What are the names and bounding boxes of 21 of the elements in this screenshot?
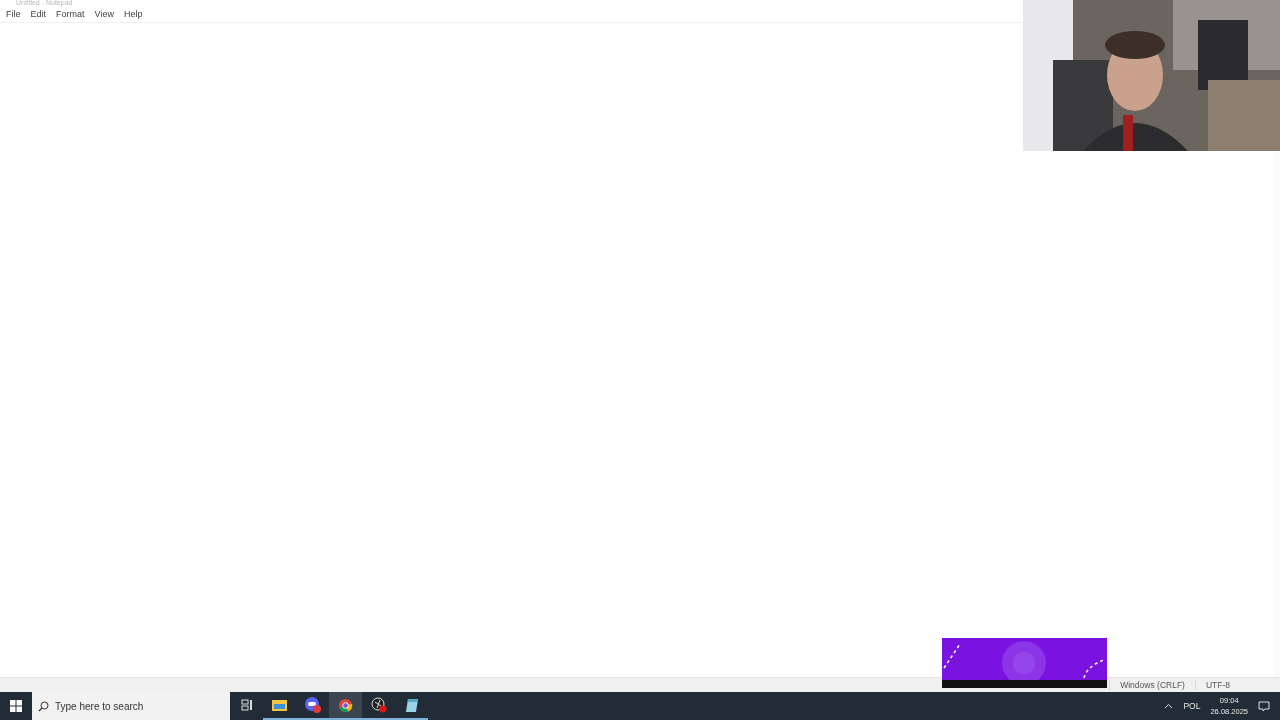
status-text: UTF-8 [1194, 680, 1240, 690]
search-icon [38, 700, 49, 712]
search-placeholder: Type here to search [55, 700, 144, 712]
browser-icon [338, 697, 353, 713]
task-view-icon [240, 699, 253, 711]
menu-item[interactable]: Help [119, 9, 147, 19]
menu-item[interactable]: View [90, 9, 118, 19]
notification-icon[interactable] [1258, 700, 1270, 712]
text-editor[interactable] [0, 22, 1280, 677]
menu-item[interactable]: Format [52, 9, 89, 19]
folder-icon [272, 699, 287, 711]
menu-item[interactable]: Edit [26, 9, 51, 19]
windows-icon [10, 700, 22, 712]
chevron-up-icon[interactable] [1164, 703, 1174, 709]
recorder-icon [370, 697, 387, 713]
language-indicator[interactable]: POL [1183, 701, 1201, 711]
chat-app-icon [304, 697, 321, 713]
notepad-icon [404, 697, 419, 713]
menu-item[interactable]: File [2, 9, 25, 19]
search-field[interactable]: Type here to search [32, 692, 230, 720]
status-text: Windows (CRLF) [1109, 680, 1195, 690]
